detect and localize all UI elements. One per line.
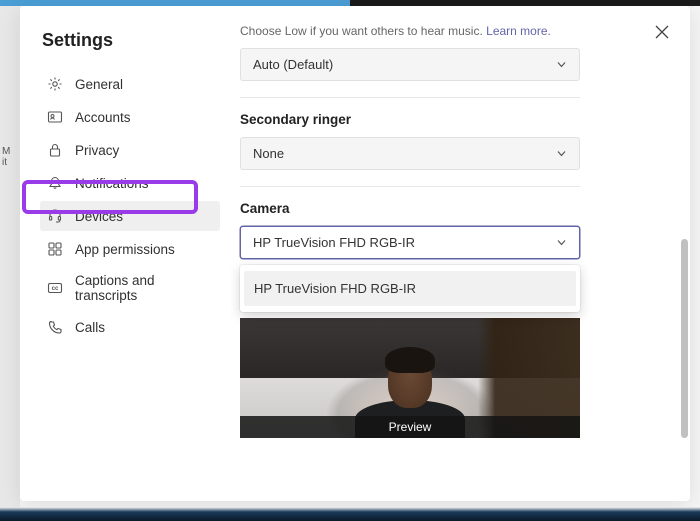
close-button[interactable]	[648, 18, 676, 46]
noise-suppression-select[interactable]: Auto (Default)	[240, 48, 580, 81]
chevron-down-icon	[556, 59, 567, 70]
gear-icon	[46, 75, 64, 93]
select-value: Auto (Default)	[253, 57, 333, 72]
sidebar-item-label: General	[75, 77, 123, 92]
person-card-icon	[46, 108, 64, 126]
sidebar-item-notifications[interactable]: Notifications	[40, 168, 220, 198]
settings-dialog: Settings General Accounts Privacy Notifi…	[20, 6, 690, 501]
sidebar-item-general[interactable]: General	[40, 69, 220, 99]
sidebar-item-devices[interactable]: Devices	[40, 201, 220, 231]
sidebar-item-label: Privacy	[75, 143, 119, 158]
sidebar-item-label: Captions and transcripts	[75, 273, 212, 303]
hint-text: Choose Low if you want others to hear mu…	[240, 24, 662, 38]
preview-label: Preview	[240, 416, 580, 438]
headset-icon	[46, 207, 64, 225]
sidebar-item-label: App permissions	[75, 242, 175, 257]
sidebar-item-label: Notifications	[75, 176, 149, 191]
background-panel: Mit	[0, 6, 20, 511]
sidebar: Settings General Accounts Privacy Notifi…	[20, 6, 230, 501]
bell-icon	[46, 174, 64, 192]
select-value: HP TrueVision FHD RGB-IR	[253, 235, 415, 250]
page-title: Settings	[40, 30, 220, 51]
sidebar-item-label: Accounts	[75, 110, 131, 125]
sidebar-item-calls[interactable]: Calls	[40, 312, 220, 342]
close-icon	[655, 25, 669, 39]
grid-icon	[46, 240, 64, 258]
hint-text-label: Choose Low if you want others to hear mu…	[240, 24, 483, 38]
sidebar-item-accounts[interactable]: Accounts	[40, 102, 220, 132]
content-panel: Choose Low if you want others to hear mu…	[230, 6, 690, 501]
svg-text:cc: cc	[52, 286, 59, 292]
lock-icon	[46, 141, 64, 159]
sidebar-item-app-permissions[interactable]: App permissions	[40, 234, 220, 264]
sidebar-item-label: Calls	[75, 320, 105, 335]
secondary-ringer-select[interactable]: None	[240, 137, 580, 170]
camera-preview: Preview	[240, 318, 580, 438]
sidebar-item-label: Devices	[75, 209, 123, 224]
divider	[240, 97, 580, 98]
sidebar-item-privacy[interactable]: Privacy	[40, 135, 220, 165]
divider	[240, 186, 580, 187]
learn-more-link[interactable]: Learn more.	[486, 24, 551, 38]
chevron-down-icon	[556, 237, 567, 248]
scrollbar-thumb[interactable]	[681, 239, 688, 438]
scrollbar[interactable]	[681, 56, 688, 471]
phone-icon	[46, 318, 64, 336]
select-value: None	[253, 146, 284, 161]
secondary-ringer-label: Secondary ringer	[240, 112, 662, 127]
chevron-down-icon	[556, 148, 567, 159]
cc-icon: cc	[46, 279, 64, 297]
sidebar-item-captions[interactable]: cc Captions and transcripts	[40, 267, 220, 309]
camera-label: Camera	[240, 201, 662, 216]
camera-select[interactable]: HP TrueVision FHD RGB-IR	[240, 226, 580, 259]
window-bottom-edge	[0, 507, 700, 521]
camera-option[interactable]: HP TrueVision FHD RGB-IR	[244, 271, 576, 306]
camera-dropdown: HP TrueVision FHD RGB-IR	[240, 265, 580, 312]
preview-hair	[385, 347, 435, 373]
